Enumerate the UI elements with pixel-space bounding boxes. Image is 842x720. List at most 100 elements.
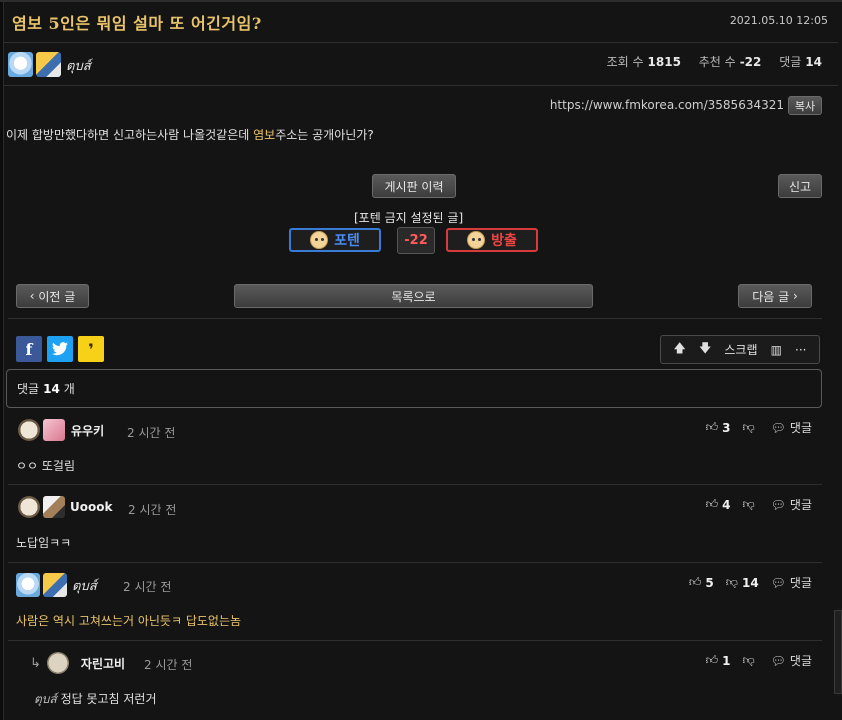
reply-arrow-icon: ↳: [30, 655, 41, 671]
report-button[interactable]: 신고: [778, 174, 822, 198]
author-level-icon: [36, 52, 61, 77]
more-icon[interactable]: ···: [795, 343, 806, 357]
divider: [8, 562, 822, 563]
scroll-up-icon[interactable]: 🡅: [674, 339, 686, 360]
post-url[interactable]: https://www.fmkorea.com/3585634321: [550, 98, 784, 112]
comment-actions: 👍︎ 5 👎︎ 14 💬︎ 댓글: [689, 574, 812, 591]
thumbs-down-icon[interactable]: 👎︎: [742, 653, 754, 668]
recommend-label: 추천 수: [698, 55, 736, 69]
like-count: 1: [722, 653, 731, 668]
author-avatar[interactable]: [8, 52, 33, 77]
comment-count-bar: 댓글 14 개: [6, 369, 822, 408]
facebook-share-icon[interactable]: f: [16, 336, 42, 362]
views-label: 조회 수: [606, 55, 644, 69]
stats-icon[interactable]: ▥: [771, 343, 782, 357]
post-stats: 조회 수 1815 추천 수 -22 댓글 14: [607, 53, 822, 70]
thumbs-up-icon[interactable]: 👍︎: [706, 653, 719, 668]
comment-count-value: 14: [43, 381, 60, 396]
comment-author-name[interactable]: 자린고비: [81, 655, 125, 672]
dislike-count: 14: [741, 575, 759, 590]
comment-body: 정답 못고침 저런거: [60, 692, 157, 706]
comment-author: ตุบส์: [16, 573, 97, 597]
kakao-share-icon[interactable]: ❜: [78, 336, 104, 362]
reply-button[interactable]: 댓글: [790, 652, 812, 669]
views-count: 1815: [647, 55, 681, 69]
divider: [4, 42, 838, 43]
comment-actions: 👍︎ 1 👎︎ 💬︎ 댓글: [706, 652, 812, 669]
author-nickname[interactable]: ตุบส์: [66, 55, 91, 76]
poten-label: 포텐: [334, 233, 360, 249]
comment-actions: 👍︎ 3 👎︎ 💬︎ 댓글: [706, 419, 812, 436]
like-count: 5: [705, 575, 714, 590]
out-face-icon: [467, 231, 486, 249]
scrollbar[interactable]: [834, 610, 842, 694]
comment-bubble-icon: 💬︎: [770, 575, 786, 590]
comment-author: Uoook: [18, 496, 112, 518]
comment-time: 2 시간 전: [127, 426, 176, 440]
thumbs-up-icon[interactable]: 👍︎: [706, 420, 719, 435]
thumbs-up-icon[interactable]: 👍︎: [689, 575, 702, 590]
comment-bubble-icon: 💬︎: [770, 420, 786, 435]
comment-text: 사람은 역시 고쳐쓰는거 아닌듯ㅋ 답도없는놈: [16, 614, 242, 628]
comment-time: 2 시간 전: [123, 580, 172, 594]
avatar[interactable]: [18, 496, 40, 518]
like-count: 4: [722, 497, 731, 512]
out-label: 방출: [491, 233, 517, 249]
mentioned-user[interactable]: ตุบส์: [34, 692, 57, 706]
thumbs-down-icon[interactable]: 👎︎: [726, 575, 738, 590]
comment-text: ตุบส์ 정답 못고침 저런거: [34, 690, 157, 709]
scrap-button[interactable]: 스크랩: [724, 341, 757, 358]
chevron-left-icon: ‹: [29, 289, 39, 303]
comments-count: 14: [805, 55, 822, 69]
left-frame: [0, 0, 4, 720]
comment-bubble-icon: 💬︎: [770, 653, 786, 668]
scroll-down-icon[interactable]: 🡇: [699, 339, 711, 360]
prev-post-button[interactable]: ‹ 이전 글: [16, 284, 89, 308]
thumbs-down-icon[interactable]: 👎︎: [742, 497, 754, 512]
body-text: 주소는 공개아닌가?: [275, 128, 374, 142]
thumbs-up-icon[interactable]: 👍︎: [706, 497, 719, 512]
reply-button[interactable]: 댓글: [790, 419, 812, 436]
board-history-button[interactable]: 게시판 이력: [372, 174, 456, 198]
post-title: 염보 5인은 뭐임 설마 또 어긴거임?: [12, 14, 262, 33]
comment-bubble-icon: 💬︎: [770, 497, 786, 512]
out-button[interactable]: 방출: [446, 228, 538, 252]
recommend-count: -22: [739, 55, 762, 69]
divider: [8, 318, 822, 319]
list-button[interactable]: 목록으로: [234, 284, 593, 308]
post-body: 이제 합방만했다하면 신고하는사람 나올것같은데 염보주소는 공개아닌가?: [6, 126, 374, 143]
comment-count-unit: 개: [63, 382, 75, 396]
vote-score: -22: [397, 227, 435, 254]
comment-time: 2 시간 전: [144, 658, 193, 672]
reply-button[interactable]: 댓글: [790, 496, 812, 513]
comment-actions: 👍︎ 4 👎︎ 💬︎ 댓글: [706, 496, 812, 513]
level-icon: [43, 419, 65, 441]
poten-button[interactable]: 포텐: [289, 228, 381, 252]
comment-time: 2 시간 전: [128, 503, 177, 517]
top-divider: [0, 0, 842, 2]
avatar[interactable]: [18, 419, 40, 441]
level-icon: [43, 573, 67, 597]
comment-author-name[interactable]: 유우키: [71, 422, 104, 439]
post-date: 2021.05.10 12:05: [729, 14, 828, 27]
divider: [4, 85, 838, 86]
copy-url-button[interactable]: 복사: [788, 96, 822, 115]
reply-button[interactable]: 댓글: [790, 574, 812, 591]
comment-author-name[interactable]: ตุบส์: [72, 575, 97, 596]
comment-author: ↳ 자린고비: [30, 652, 125, 674]
avatar[interactable]: [46, 652, 69, 674]
post-toolbar: 🡅 🡇 스크랩 ▥ ···: [660, 335, 820, 364]
divider: [8, 484, 822, 485]
comments-label: 댓글: [779, 55, 802, 69]
level-icon: [43, 496, 65, 518]
poten-face-icon: [310, 231, 329, 249]
avatar[interactable]: [16, 573, 40, 597]
body-text: 이제 합방만했다하면 신고하는사람 나올것같은데: [6, 128, 254, 142]
prev-label: 이전 글: [38, 289, 76, 304]
thumbs-down-icon[interactable]: 👎︎: [742, 420, 754, 435]
next-post-button[interactable]: 다음 글 ›: [738, 284, 812, 308]
body-link[interactable]: 염보: [253, 128, 275, 142]
comment-author-name[interactable]: Uoook: [70, 500, 112, 514]
chevron-right-icon: ›: [789, 289, 798, 303]
twitter-share-icon[interactable]: [47, 336, 73, 362]
